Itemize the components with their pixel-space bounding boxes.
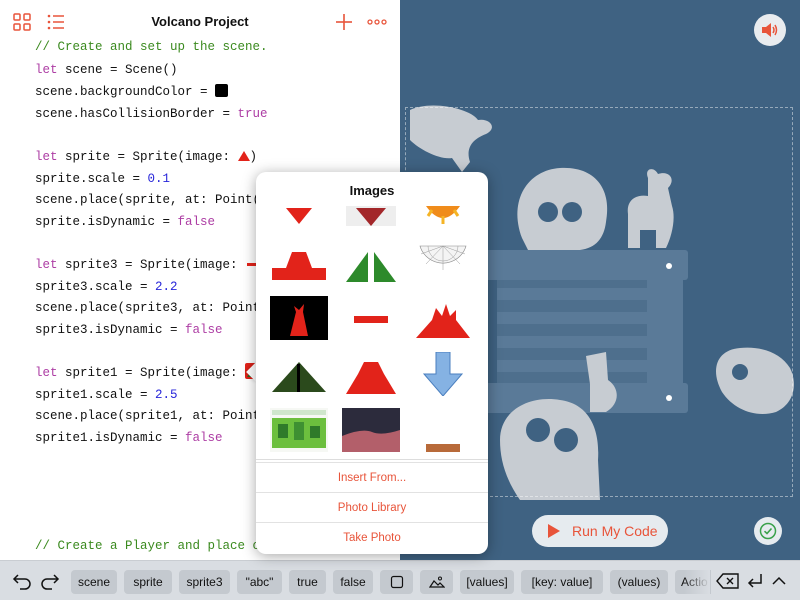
more-icon[interactable]: [366, 12, 388, 32]
red-bar-image[interactable]: [342, 296, 400, 340]
chevron-up-icon[interactable]: [770, 571, 788, 591]
run-label: Run My Code: [572, 523, 658, 539]
code-line[interactable]: sprite3.isDynamic = false: [35, 321, 223, 339]
chip-string[interactable]: "abc": [237, 570, 282, 594]
code-text: sprite = Sprite(image:: [57, 150, 238, 164]
image-literal[interactable]: [237, 150, 250, 161]
speaker-icon: [762, 23, 778, 37]
dark-green-volcano-image[interactable]: [270, 352, 328, 396]
plus-icon[interactable]: [334, 12, 354, 32]
blue-down-arrow-image[interactable]: [414, 352, 472, 396]
red-volcano-shape-image[interactable]: [270, 240, 328, 284]
color-literal[interactable]: [215, 84, 229, 98]
code-text: sprite1 = Sprite(image:: [57, 366, 246, 380]
images-popover: Images Insert From... Photo Library Take…: [256, 172, 488, 554]
red-mountain-image[interactable]: [342, 352, 400, 396]
keyword: false: [185, 431, 223, 445]
take-photo-action[interactable]: Take Photo: [256, 522, 488, 552]
backspace-icon[interactable]: [716, 571, 740, 591]
code-line[interactable]: sprite1.isDynamic = false: [35, 429, 223, 447]
sun-image[interactable]: [414, 204, 472, 228]
photo-library-action[interactable]: Photo Library: [256, 492, 488, 522]
image-icon: [428, 576, 445, 588]
code-line[interactable]: scene.place(sprite, at: Point(x: [35, 191, 268, 209]
protractor-image[interactable]: [414, 240, 472, 284]
code-line[interactable]: sprite1.scale = 2.5: [35, 386, 178, 404]
code-line[interactable]: // Create a Player and place on: [35, 537, 268, 555]
layers-of-rainforest-image[interactable]: [270, 408, 328, 452]
number-literal: 2.2: [155, 280, 178, 294]
checkmark-icon: [759, 522, 777, 540]
chip-false[interactable]: false: [333, 570, 373, 594]
keyword: let: [35, 366, 58, 380]
insert-from-action[interactable]: Insert From...: [256, 462, 488, 492]
code-line[interactable]: scene.place(sprite3, at: Point(: [35, 299, 268, 317]
keyword: false: [177, 215, 216, 229]
code-text: sprite3.scale =: [35, 280, 156, 294]
code-text: sprite1.isDynamic =: [35, 431, 186, 445]
code-line[interactable]: let sprite = Sprite(image: ): [35, 148, 257, 166]
keyword: let: [35, 150, 58, 164]
return-icon[interactable]: [746, 571, 764, 591]
keyword: false: [185, 323, 223, 337]
code-line[interactable]: sprite.isDynamic = false: [35, 213, 215, 231]
keyword: true: [237, 107, 268, 121]
image-grid[interactable]: [256, 204, 488, 460]
chip-sprite[interactable]: sprite: [124, 570, 172, 594]
chip-dictionary[interactable]: [key: value]: [521, 570, 603, 594]
code-line[interactable]: scene.backgroundColor =: [35, 83, 229, 101]
undo-icon[interactable]: [12, 571, 32, 591]
keyword: let: [35, 63, 58, 77]
shortcut-bar: scene sprite sprite3 "abc" true false [v…: [0, 560, 800, 600]
code-line[interactable]: let sprite3 = Sprite(image: ): [35, 256, 268, 274]
code-line[interactable]: sprite.scale = 0.1: [35, 170, 170, 188]
number-literal: 2.5: [155, 388, 178, 402]
redo-icon[interactable]: [40, 571, 60, 591]
code-text: sprite.isDynamic =: [35, 215, 178, 229]
chip-sprite3[interactable]: sprite3: [179, 570, 230, 594]
code-line[interactable]: scene.place(sprite1, at: Point(: [35, 407, 268, 425]
chip-array[interactable]: [values]: [460, 570, 514, 594]
dusk-landscape-image[interactable]: [342, 408, 400, 452]
code-text: ): [249, 150, 258, 164]
square-icon: [390, 575, 403, 589]
chip-scene[interactable]: scene: [71, 570, 117, 594]
chip-color[interactable]: [380, 570, 413, 594]
brown-bar-image[interactable]: [414, 408, 472, 452]
code-text: sprite.scale =: [35, 172, 148, 186]
chip-image[interactable]: [420, 570, 453, 594]
code-text: scene = Scene(): [57, 63, 178, 77]
code-text: sprite3 = Sprite(image:: [57, 258, 246, 272]
volcano-on-black-image[interactable]: [270, 296, 328, 340]
status-button[interactable]: [754, 517, 782, 545]
keyword: let: [35, 258, 58, 272]
erupting-volcano-image[interactable]: [414, 296, 472, 340]
number-literal: 0.1: [147, 172, 171, 186]
sound-button[interactable]: [754, 14, 786, 46]
code-text: scene.backgroundColor =: [35, 85, 216, 99]
popover-title: Images: [349, 183, 395, 198]
chip-tuple[interactable]: (values): [610, 570, 668, 594]
chip-true[interactable]: true: [289, 570, 326, 594]
red-triangle-image[interactable]: [270, 204, 328, 228]
code-line[interactable]: sprite3.scale = 2.2: [35, 278, 178, 296]
run-my-code-button[interactable]: Run My Code: [532, 515, 668, 547]
code-line[interactable]: let sprite1 = Sprite(image:: [35, 363, 262, 382]
code-text: sprite1.scale =: [35, 388, 156, 402]
play-icon: [548, 524, 560, 538]
green-volcano-image[interactable]: [342, 240, 400, 284]
code-line[interactable]: // Create and set up the scene.: [35, 38, 268, 56]
code-line[interactable]: let scene = Scene(): [35, 61, 178, 79]
code-line[interactable]: scene.hasCollisionBorder = true: [35, 105, 268, 123]
dark-red-triangle-image[interactable]: [342, 204, 400, 228]
code-text: scene.hasCollisionBorder =: [35, 107, 238, 121]
chip-scroll-fade: [684, 561, 710, 600]
code-text: sprite3.isDynamic =: [35, 323, 186, 337]
